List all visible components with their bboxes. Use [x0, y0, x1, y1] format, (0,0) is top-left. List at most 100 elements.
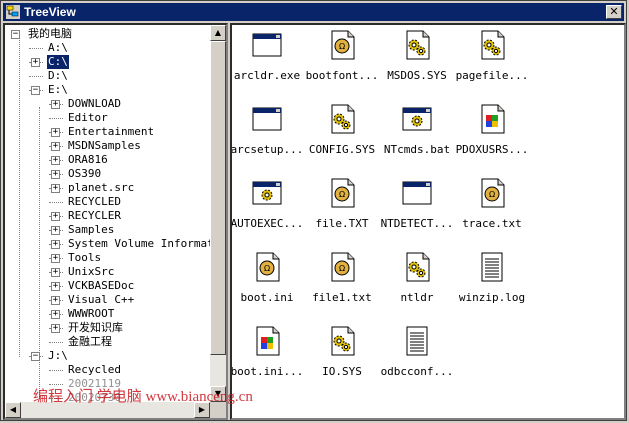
- tree-node[interactable]: + OS390: [5, 167, 213, 181]
- tree-node-label[interactable]: Entertainment: [67, 125, 155, 139]
- tree-node[interactable]: + WWWROOT: [5, 307, 213, 321]
- scroll-up-button[interactable]: ▲: [210, 25, 226, 41]
- tree-node[interactable]: Recycled: [5, 363, 213, 377]
- tree-node[interactable]: + 开发知识库: [5, 321, 213, 335]
- tree-node-label[interactable]: 金融工程: [67, 335, 113, 349]
- tree-vertical-scrollbar[interactable]: ▲ ▼: [210, 25, 226, 402]
- tree-node-label[interactable]: Visual C++: [67, 293, 135, 307]
- tree-node-label[interactable]: VCKBASEDoc: [67, 279, 135, 293]
- file-item[interactable]: CONFIG.SYS: [304, 103, 380, 163]
- tree-node[interactable]: + MSDNSamples: [5, 139, 213, 153]
- tree-node[interactable]: + UnixSrc: [5, 265, 213, 279]
- expand-icon[interactable]: +: [51, 268, 60, 277]
- file-item[interactable]: ntldr: [379, 251, 455, 311]
- tree-node-label[interactable]: A:\: [47, 41, 69, 55]
- file-item[interactable]: Ωtrace.txt: [454, 177, 530, 237]
- expand-icon[interactable]: +: [51, 282, 60, 291]
- expand-icon[interactable]: +: [51, 156, 60, 165]
- expand-icon[interactable]: +: [51, 100, 60, 109]
- tree-node[interactable]: Editor: [5, 111, 213, 125]
- file-item[interactable]: Ωboot.ini: [232, 251, 305, 311]
- tree-node-label[interactable]: Editor: [67, 111, 109, 125]
- tree-node-label[interactable]: RECYCLED: [67, 195, 122, 209]
- expand-icon[interactable]: +: [51, 212, 60, 221]
- tree-node-label[interactable]: Samples: [67, 223, 115, 237]
- collapse-icon[interactable]: −: [11, 30, 20, 39]
- expand-icon[interactable]: +: [51, 296, 60, 305]
- tree-node[interactable]: + System Volume Information: [5, 237, 226, 251]
- tree-node[interactable]: + C:\: [5, 55, 213, 69]
- tree-node-label[interactable]: System Volume Information: [67, 237, 226, 251]
- file-item[interactable]: pagefile...: [454, 29, 530, 89]
- tree-node-label[interactable]: D:\: [47, 69, 69, 83]
- close-button[interactable]: ✕: [606, 5, 622, 19]
- tree-node-label[interactable]: WWWROOT: [67, 307, 115, 321]
- tree-node[interactable]: − E:\: [5, 83, 213, 97]
- expand-icon[interactable]: +: [51, 324, 60, 333]
- tree-scroll-thumb[interactable]: [210, 41, 226, 355]
- tree-node-label[interactable]: DOWNLOAD: [67, 97, 122, 111]
- tree-node-label[interactable]: 开发知识库: [67, 321, 124, 335]
- tree-node-label[interactable]: 我的电脑: [27, 27, 73, 41]
- file-item[interactable]: AUTOEXEC...: [232, 177, 305, 237]
- tree-node-label[interactable]: UnixSrc: [67, 265, 115, 279]
- tree-node[interactable]: D:\: [5, 69, 213, 83]
- tree-node-label[interactable]: Recycled: [67, 363, 122, 377]
- expand-icon[interactable]: +: [51, 254, 60, 263]
- tree-node[interactable]: + ORA816: [5, 153, 213, 167]
- folder-tree[interactable]: − 我的电脑 A:\ + C:\ D:\ − E:\ + DOWNLOAD Editor + Enter…: [5, 25, 226, 404]
- file-item[interactable]: PDOXUSRS...: [454, 103, 530, 163]
- tree-node-label[interactable]: J:\: [47, 349, 69, 363]
- file-item[interactable]: Ωfile.TXT: [304, 177, 380, 237]
- text-document-icon: [406, 326, 428, 356]
- tree-node[interactable]: + DOWNLOAD: [5, 97, 213, 111]
- tree-node-label[interactable]: E:\: [47, 83, 69, 97]
- tree-node-label[interactable]: C:\: [47, 55, 69, 69]
- file-item[interactable]: arcsetup...: [232, 103, 305, 163]
- gear-settings-icon: [406, 30, 430, 60]
- tree-node-label[interactable]: Tools: [67, 251, 102, 265]
- tree-node[interactable]: A:\: [5, 41, 213, 55]
- tree-node[interactable]: + planet.src: [5, 181, 213, 195]
- expand-icon[interactable]: +: [51, 226, 60, 235]
- file-item[interactable]: arcldr.exe: [232, 29, 305, 89]
- tree-node-label[interactable]: ORA816: [67, 153, 109, 167]
- file-item[interactable]: IO.SYS: [304, 325, 380, 385]
- expand-icon[interactable]: +: [51, 184, 60, 193]
- expand-icon[interactable]: +: [31, 58, 40, 67]
- file-list-pane[interactable]: arcldr.exe Ωbootfont... MSDOS.SYS pagefile.…: [230, 23, 626, 420]
- tree-node-label[interactable]: RECYCLER: [67, 209, 122, 223]
- tree-node[interactable]: + RECYCLER: [5, 209, 213, 223]
- file-item[interactable]: odbcconf...: [379, 325, 455, 385]
- file-name: NTcmds.bat: [383, 143, 451, 156]
- expand-icon[interactable]: +: [51, 170, 60, 179]
- file-item[interactable]: NTDETECT...: [379, 177, 455, 237]
- tree-node[interactable]: + Entertainment: [5, 125, 213, 139]
- file-item[interactable]: MSDOS.SYS: [379, 29, 455, 89]
- expand-icon[interactable]: +: [51, 128, 60, 137]
- tree-node[interactable]: 金融工程: [5, 335, 213, 349]
- tree-node[interactable]: + Visual C++: [5, 293, 213, 307]
- title-bar[interactable]: TreeView ✕: [3, 3, 624, 21]
- tree-node[interactable]: RECYCLED: [5, 195, 213, 209]
- collapse-icon[interactable]: −: [31, 86, 40, 95]
- tree-node[interactable]: − 我的电脑: [5, 27, 213, 41]
- tree-node[interactable]: + Tools: [5, 251, 213, 265]
- tree-node-label[interactable]: OS390: [67, 167, 102, 181]
- file-item[interactable]: winzip.log: [454, 251, 530, 311]
- file-item[interactable]: boot.ini...: [232, 325, 305, 385]
- collapse-icon[interactable]: −: [31, 352, 40, 361]
- file-item[interactable]: NTcmds.bat: [379, 103, 455, 163]
- tree-node[interactable]: + Samples: [5, 223, 213, 237]
- scroll-left-button[interactable]: ◀: [5, 402, 21, 418]
- folder-tree-pane[interactable]: − 我的电脑 A:\ + C:\ D:\ − E:\ + DOWNLOAD Editor + Enter…: [3, 23, 228, 420]
- tree-node[interactable]: − J:\: [5, 349, 213, 363]
- tree-node-label[interactable]: MSDNSamples: [67, 139, 142, 153]
- tree-node-label[interactable]: planet.src: [67, 181, 135, 195]
- file-item[interactable]: Ωbootfont...: [304, 29, 380, 89]
- expand-icon[interactable]: +: [51, 142, 60, 151]
- tree-node[interactable]: + VCKBASEDoc: [5, 279, 213, 293]
- expand-icon[interactable]: +: [51, 310, 60, 319]
- expand-icon[interactable]: +: [51, 240, 60, 249]
- file-item[interactable]: Ωfile1.txt: [304, 251, 380, 311]
